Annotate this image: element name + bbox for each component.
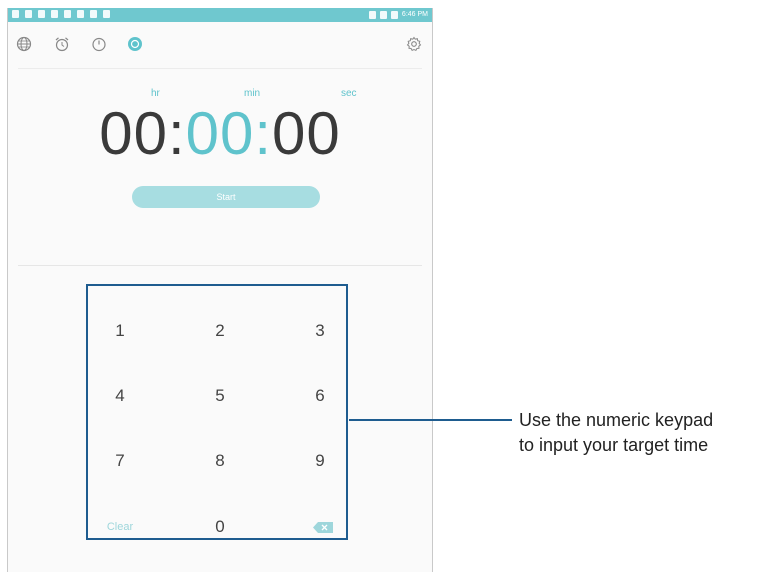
clear-button[interactable]: Clear	[90, 512, 150, 542]
key-3[interactable]: 3	[290, 316, 350, 346]
key-7[interactable]: 7	[90, 446, 150, 476]
key-9[interactable]: 9	[290, 446, 350, 476]
keypad-divider	[18, 265, 422, 266]
moon-icon	[368, 11, 376, 19]
phone-screen: 6:46 PM hr min sec 00:00:00 Start 1 2 3 …	[7, 8, 433, 572]
message-icon	[51, 10, 58, 18]
timer-seconds[interactable]: 00	[272, 100, 341, 167]
callout-annotation: Use the numeric keypad to input your tar…	[519, 408, 762, 458]
phone-icon	[64, 10, 71, 18]
key-4[interactable]: 4	[90, 381, 150, 411]
timer-separator-1: :	[167, 100, 186, 167]
callout-connector-line	[349, 419, 512, 421]
timer-minutes[interactable]: 00	[186, 100, 255, 167]
wifi-icon	[379, 11, 387, 19]
notification-icons	[12, 10, 110, 18]
stopwatch-icon[interactable]	[91, 36, 107, 52]
timer-display: 00:00:00	[8, 96, 432, 172]
music-icon	[12, 10, 19, 18]
timer-icon[interactable]	[127, 36, 143, 52]
key-0[interactable]: 0	[190, 512, 250, 542]
system-icons: 6:46 PM	[368, 10, 428, 20]
battery-icon	[390, 11, 398, 19]
start-button[interactable]: Start	[132, 186, 320, 208]
timer-separator-2: :	[254, 100, 273, 167]
keypad-highlight-box: 1 2 3 4 5 6 7 8 9 Clear 0	[86, 284, 348, 540]
callout-line-1: Use the numeric keypad	[519, 410, 714, 430]
key-5[interactable]: 5	[190, 381, 250, 411]
lock-icon	[103, 10, 110, 18]
key-8[interactable]: 8	[190, 446, 250, 476]
status-time: 6:46 PM	[401, 11, 428, 18]
app-toolbar	[8, 22, 432, 66]
status-bar: 6:46 PM	[8, 8, 432, 22]
key-6[interactable]: 6	[290, 381, 350, 411]
missed-call-icon	[77, 10, 84, 18]
key-2[interactable]: 2	[190, 316, 250, 346]
android-icon	[90, 10, 97, 18]
settings-gear-icon[interactable]	[406, 36, 422, 52]
toolbar-divider	[18, 68, 422, 69]
callout-line-2: to input your target time	[519, 435, 709, 455]
alarm-clock-icon[interactable]	[54, 36, 70, 52]
timer-hours[interactable]: 00	[99, 100, 168, 167]
sync-icon	[25, 10, 32, 18]
download-icon	[38, 10, 45, 18]
key-1[interactable]: 1	[90, 316, 150, 346]
globe-icon[interactable]	[16, 36, 32, 52]
backspace-icon[interactable]	[313, 522, 333, 533]
